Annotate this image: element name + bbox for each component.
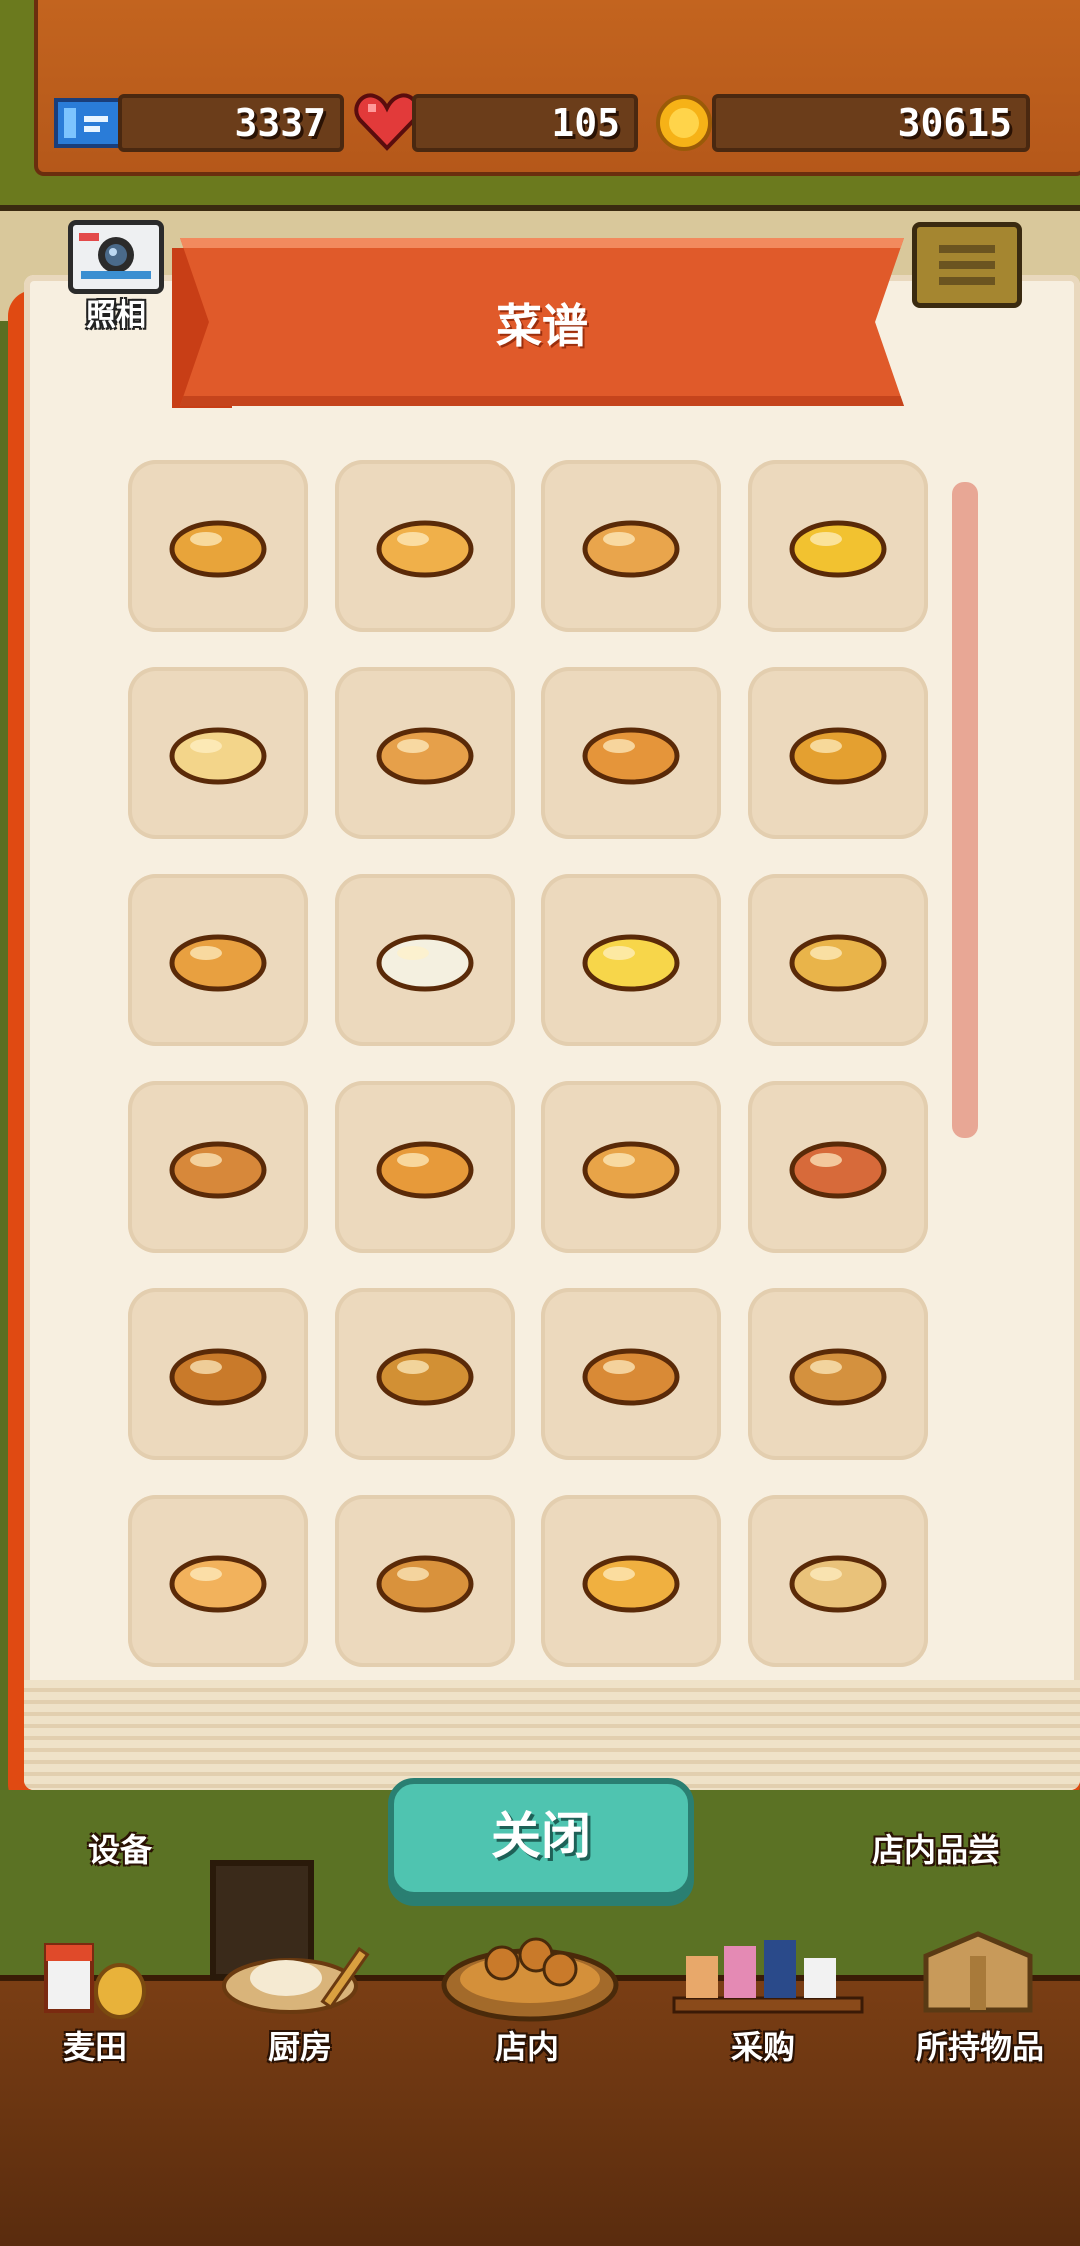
recipe-slot[interactable] [128,460,308,632]
book-page-edge [24,1680,1080,1790]
coin-count: 30615 [712,94,1030,152]
recipe-scrollbar[interactable] [952,482,978,1138]
nav-purchase[interactable]: 采购 [708,2022,818,2068]
inventory-icon[interactable] [916,1926,1040,2022]
recipe-slot[interactable] [128,667,308,839]
recipe-slot[interactable] [541,874,721,1046]
wheat-field-icon[interactable] [40,1935,150,2025]
sandwich-icon [376,934,474,992]
recipe-slot[interactable] [748,460,928,632]
recipe-slot[interactable] [541,667,721,839]
camera-button[interactable] [68,220,164,294]
sausage-roll-icon [789,1348,887,1406]
recipe-slot[interactable] [748,1081,928,1253]
recipe-slot[interactable] [335,1288,515,1460]
hamburger-icon [939,245,995,285]
recipe-slot[interactable] [128,1288,308,1460]
pretzel-stick-icon [376,1141,474,1199]
recipe-slot[interactable] [128,1081,308,1253]
ticket-count: 3337 [118,94,344,152]
store-icon[interactable] [440,1915,620,2025]
tasting-label[interactable]: 店内品尝 [856,1825,1016,1871]
recipe-slot[interactable] [128,1495,308,1667]
nav-store[interactable]: 店内 [472,2022,582,2068]
burger-icon [789,1555,887,1613]
camera-label: 照相 [86,298,146,333]
recipe-slot[interactable] [748,1288,928,1460]
recipe-title: 菜谱 [496,299,588,353]
bunny-bread-icon [169,934,267,992]
pastry-icon [789,727,887,785]
round-bread-icon [376,520,474,578]
sprinkle-donut-icon [169,1141,267,1199]
recipe-slot[interactable] [541,1495,721,1667]
pizza-bread-icon [376,1555,474,1613]
loaf-bread-icon [582,520,680,578]
croissant-icon [582,727,680,785]
herb-bread-icon [376,1348,474,1406]
recipe-slot[interactable] [748,667,928,839]
menu-button[interactable] [912,222,1022,308]
coin-icon [654,94,714,156]
cheese-croissant-icon [582,1555,680,1613]
chocolate-cornet-icon [169,1348,267,1406]
melon-bun-icon [582,934,680,992]
bagel-icon [169,727,267,785]
camera-icon [79,233,151,279]
recipe-slot[interactable] [541,460,721,632]
recipe-slot[interactable] [335,874,515,1046]
baguette-icon [789,934,887,992]
close-button[interactable]: 关闭 [388,1778,694,1898]
french-loaf-icon [582,1141,680,1199]
recipe-slot[interactable] [335,1495,515,1667]
jam-pastry-icon [789,1141,887,1199]
nav-inventory[interactable]: 所持物品 [900,2022,1060,2068]
bear-bread-icon [582,1348,680,1406]
recipe-slot[interactable] [128,874,308,1046]
heart-icon [354,92,420,156]
recipe-slot[interactable] [335,1081,515,1253]
ticket-icon [54,96,128,154]
small-bun-icon [169,520,267,578]
equipment-label[interactable]: 设备 [70,1825,170,1871]
kitchen-icon[interactable] [220,1940,380,2020]
recipe-slot[interactable] [335,667,515,839]
recipe-slot[interactable] [335,460,515,632]
egg-toast-icon [789,520,887,578]
recipe-slot[interactable] [541,1081,721,1253]
donut-icon [376,727,474,785]
cream-cake-icon [169,1555,267,1613]
recipe-slot[interactable] [748,874,928,1046]
nav-wheat-field[interactable]: 麦田 [40,2022,150,2068]
nav-kitchen[interactable]: 厨房 [245,2022,355,2068]
purchase-icon[interactable] [668,1936,868,2020]
recipe-slot[interactable] [748,1495,928,1667]
heart-count: 105 [412,94,638,152]
recipe-slot[interactable] [541,1288,721,1460]
